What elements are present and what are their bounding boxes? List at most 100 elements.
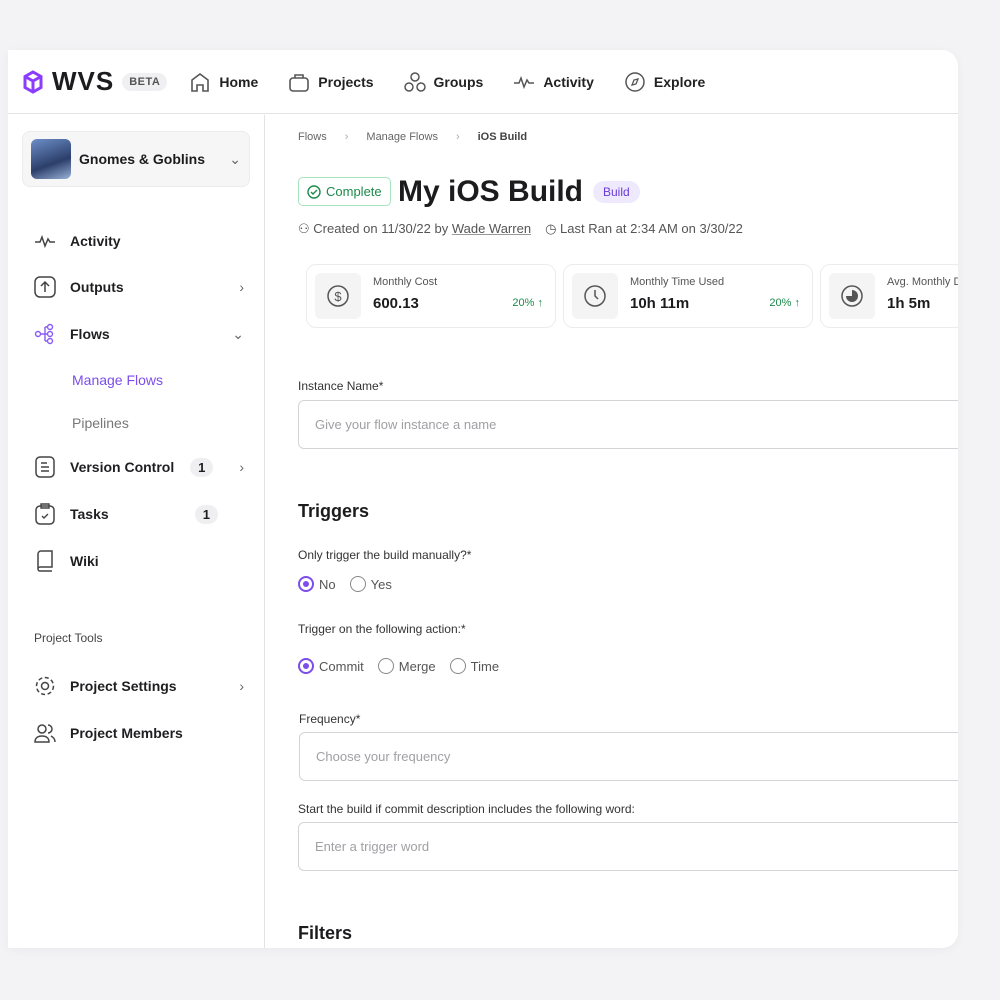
radio-merge[interactable]: Merge [377,658,436,674]
nav-label: Explore [653,73,706,90]
breadcrumb-current: iOS Build [477,131,528,143]
created-text: Created on 11/30/22 by [313,221,449,236]
project-switcher[interactable]: Gnomes & Goblins ⌄ [22,131,250,187]
nav-explore[interactable]: Explore [624,71,705,93]
stat-card-duration: Avg. Monthly Duration 1h 5m [820,264,958,328]
stat-card-cost: $ Monthly Cost 600.13 20% ↑ [306,264,556,328]
type-tag: Build [593,181,640,203]
sidebar-label: Outputs [70,279,124,295]
clipboard-check-icon [35,503,55,525]
placeholder: Give your flow instance a name [315,417,497,432]
breadcrumb-flows[interactable]: Flows [298,131,327,143]
manual-trigger-label: Only trigger the build manually?* [298,548,472,562]
home-icon [191,72,210,92]
sidebar-label: Project Settings [70,678,177,694]
sidebar-item-project-settings[interactable]: Project Settings › [34,675,244,697]
page-meta: ⚇ Created on 11/30/22 by Wade Warren ◷ L… [298,221,743,237]
manual-trigger-radios: No Yes [298,576,392,592]
sidebar-subitem-pipelines[interactable]: Pipelines [72,415,129,431]
chevron-right-icon: › [239,279,244,295]
clock-icon: ◷ [545,221,557,236]
bag-icon [289,73,310,92]
project-avatar [31,139,71,179]
compass-icon [625,71,645,92]
radio-yes[interactable]: Yes [349,576,392,592]
chevron-right-icon: › [239,678,244,694]
chevron-down-icon: ⌄ [232,325,244,342]
sidebar-item-tasks[interactable]: Tasks 1 [34,503,244,525]
flows-icon [34,323,54,345]
placeholder: Choose your frequency [316,749,451,764]
groups-icon [403,71,426,92]
top-nav: WVS BETA Home Projects Groups Activity E… [8,50,958,114]
document-icon [35,456,55,478]
nav-groups[interactable]: Groups [403,71,483,93]
stat-delta: 20% ↑ [769,297,800,309]
chevron-down-icon: ⌄ [229,150,241,167]
cube-logo-icon [23,69,43,94]
sidebar-label: Project Members [70,725,183,741]
page-title: My iOS Build [398,175,584,208]
section-heading: Project Tools [34,631,103,645]
user-icon: ⚇ [298,221,310,236]
sidebar-label: Activity [70,233,121,249]
action-trigger-radios: Commit Merge Time [298,658,499,674]
sidebar-item-wiki[interactable]: Wiki [34,550,244,572]
action-trigger-label: Trigger on the following action:* [298,622,466,636]
sidebar-item-flows[interactable]: Flows ⌄ [34,323,244,345]
stat-value: 600.13 [373,295,419,312]
logo[interactable]: WVS BETA [22,66,168,97]
placeholder: Enter a trigger word [315,839,430,854]
breadcrumb: Flows › Manage Flows › iOS Build [298,131,527,143]
nav-label: Home [219,73,259,90]
sidebar-label: Tasks [70,506,109,522]
chevron-right-icon: › [239,459,244,475]
sidebar-label: Version Control [70,459,175,475]
pie-icon [841,285,863,307]
sidebar-label: Wiki [70,553,99,569]
count-badge: 1 [194,504,218,524]
nav-activity[interactable]: Activity [513,71,594,93]
breadcrumb-manage-flows[interactable]: Manage Flows [366,131,438,143]
trigger-word-label: Start the build if commit description in… [298,802,635,816]
sidebar-subitem-manage-flows[interactable]: Manage Flows [72,372,163,388]
chevron-right-icon: › [344,131,349,143]
radio-label: Time [470,658,500,674]
sidebar: Gnomes & Goblins ⌄ Activity Outputs › Flow… [8,115,265,948]
chevron-right-icon: › [455,131,460,143]
status-text: Complete [326,184,382,199]
project-name: Gnomes & Goblins [79,151,206,167]
radio-label: Yes [370,576,392,592]
upload-icon [34,276,56,298]
nav-label: Activity [543,73,594,90]
dollar-icon: $ [327,285,349,307]
check-circle-icon [307,184,321,199]
sidebar-item-outputs[interactable]: Outputs › [34,276,244,298]
trigger-word-input[interactable]: Enter a trigger word [298,822,958,871]
clock-icon [584,285,606,307]
nav-label: Projects [318,73,374,90]
radio-label: Merge [398,658,436,674]
radio-label: No [319,576,336,592]
radio-commit[interactable]: Commit [298,658,364,674]
activity-icon [35,234,55,249]
sidebar-item-version-control[interactable]: Version Control 1 › [34,456,244,478]
logo-text: WVS [52,66,115,96]
stat-value: 10h 11m [630,295,690,312]
radio-no[interactable]: No [298,576,336,592]
sidebar-item-project-members[interactable]: Project Members [34,722,244,744]
stat-value: 1h 5m [887,295,931,312]
nav-home[interactable]: Home [189,71,258,93]
instance-name-input[interactable]: Give your flow instance a name [298,400,958,449]
filters-heading: Filters [298,923,353,943]
frequency-select[interactable]: Choose your frequency [299,732,958,781]
radio-label: Commit [319,658,364,674]
radio-time[interactable]: Time [449,658,500,674]
stat-card-time: Monthly Time Used 10h 11m 20% ↑ [563,264,813,328]
nav-projects[interactable]: Projects [288,71,374,93]
sidebar-item-activity[interactable]: Activity [34,230,244,252]
activity-icon [514,75,535,89]
stat-delta: 20% ↑ [512,297,543,309]
status-badge: Complete [298,177,391,206]
author-link[interactable]: Wade Warren [452,221,531,236]
